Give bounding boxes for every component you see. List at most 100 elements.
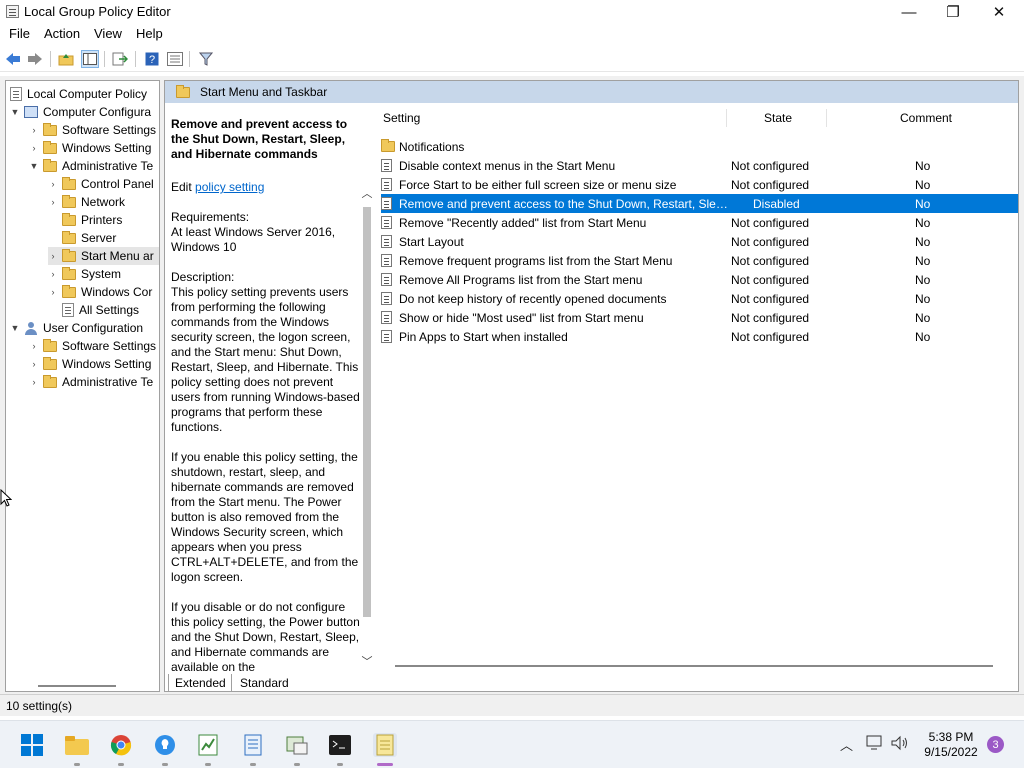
tree-item-local-computer-policy[interactable]: Local Computer Policy xyxy=(10,85,147,103)
policy-setting-icon xyxy=(381,273,392,286)
folder-icon xyxy=(176,85,190,98)
table-row[interactable]: Remove "Recently added" list from Start … xyxy=(381,213,1018,232)
show-hide-tree-icon[interactable] xyxy=(81,50,99,68)
table-row-selected[interactable]: Remove and prevent access to the Shut Do… xyxy=(381,194,1018,213)
chrome-icon[interactable] xyxy=(109,733,133,757)
description-label: Description: xyxy=(171,270,235,284)
edit-policy-line: Edit policy setting xyxy=(171,180,265,194)
menu-file[interactable]: File xyxy=(9,26,30,41)
toolbar-separator xyxy=(104,51,105,67)
tips-icon[interactable] xyxy=(153,733,177,757)
list-item-folder[interactable]: Notifications xyxy=(381,137,1018,156)
maximize-button[interactable]: ❐ xyxy=(930,0,976,24)
chevron-right-icon[interactable]: › xyxy=(29,341,39,351)
folder-icon xyxy=(43,158,57,172)
chevron-right-icon[interactable]: › xyxy=(29,125,39,135)
tree-item-all-settings[interactable]: All Settings xyxy=(62,301,139,319)
start-icon[interactable] xyxy=(20,733,44,757)
notepad-icon[interactable] xyxy=(241,733,265,757)
tree-item-system[interactable]: › System xyxy=(48,265,121,283)
chevron-right-icon[interactable]: › xyxy=(29,143,39,153)
chevron-right-icon[interactable]: › xyxy=(29,377,39,387)
file-explorer-icon[interactable] xyxy=(65,733,89,757)
filter-icon[interactable] xyxy=(197,50,215,68)
tree-item-control-panel[interactable]: › Control Panel xyxy=(48,175,154,193)
list-horizontal-scrollbar[interactable] xyxy=(395,665,993,667)
running-indicator xyxy=(74,763,80,766)
group-policy-icon[interactable] xyxy=(285,733,309,757)
table-row[interactable]: Force Start to be either full screen siz… xyxy=(381,175,1018,194)
scroll-up-icon[interactable]: ︿ xyxy=(361,185,373,201)
chevron-right-icon[interactable]: › xyxy=(48,269,58,279)
scrollbar-thumb[interactable] xyxy=(363,207,371,617)
scroll-down-icon[interactable]: ﹀ xyxy=(361,653,373,669)
tree-item-printers[interactable]: Printers xyxy=(62,211,122,229)
export-list-icon[interactable] xyxy=(111,50,129,68)
chevron-down-icon[interactable]: ▼ xyxy=(29,161,39,171)
column-header-comment[interactable]: Comment xyxy=(900,111,952,125)
column-header-state[interactable]: State xyxy=(764,111,792,125)
table-row[interactable]: Do not keep history of recently opened d… xyxy=(381,289,1018,308)
spreadsheet-icon[interactable] xyxy=(196,733,220,757)
edit-policy-setting-link[interactable]: policy setting xyxy=(195,180,264,194)
tree-item-server[interactable]: Server xyxy=(62,229,116,247)
notification-badge[interactable]: 3 xyxy=(987,736,1004,753)
chevron-right-icon[interactable]: › xyxy=(48,251,58,261)
description-scrollbar[interactable]: ︿ ﹀ xyxy=(361,171,373,671)
chevron-down-icon[interactable]: ▼ xyxy=(10,107,20,117)
minimize-button[interactable]: — xyxy=(886,0,932,24)
chevron-right-icon[interactable]: › xyxy=(48,197,58,207)
menu-view[interactable]: View xyxy=(94,26,122,41)
up-folder-icon[interactable] xyxy=(57,50,75,68)
tab-extended[interactable]: Extended xyxy=(168,674,232,692)
details-pane: Start Menu and Taskbar Remove and preven… xyxy=(164,80,1019,692)
folder-icon xyxy=(62,176,76,190)
details-header: Start Menu and Taskbar xyxy=(165,81,1018,103)
column-divider[interactable] xyxy=(726,109,727,127)
tree-item-user-windows-settings[interactable]: › Windows Setting xyxy=(29,355,151,373)
close-button[interactable]: ✕ xyxy=(976,0,1022,24)
properties-icon[interactable] xyxy=(166,50,184,68)
notes-icon[interactable] xyxy=(373,733,397,757)
tree-horizontal-scrollbar[interactable] xyxy=(38,685,116,687)
folder-icon xyxy=(62,248,76,262)
menu-help[interactable]: Help xyxy=(136,26,163,41)
tab-standard[interactable]: Standard xyxy=(234,674,296,692)
tree-item-user-configuration[interactable]: ▼ User Configuration xyxy=(10,319,144,337)
table-row[interactable]: Start Layout Not configured No xyxy=(381,232,1018,251)
tree-item-network[interactable]: › Network xyxy=(48,193,125,211)
tree-item-user-administrative-templates[interactable]: › Administrative Te xyxy=(29,373,153,391)
tree-item-user-software-settings[interactable]: › Software Settings xyxy=(29,337,156,355)
tree-item-windows-components[interactable]: › Windows Cor xyxy=(48,283,152,301)
show-hidden-icons-chevron-icon[interactable]: ︿ xyxy=(840,735,853,754)
chevron-right-icon[interactable]: › xyxy=(48,287,58,297)
policy-setting-icon xyxy=(381,216,392,229)
taskbar-clock[interactable]: 5:38 PM 9/15/2022 xyxy=(922,730,980,760)
tree-item-computer-configuration[interactable]: ▼ Computer Configura xyxy=(10,103,152,121)
tree-item-administrative-templates[interactable]: ▼ Administrative Te xyxy=(29,157,153,175)
tree-item-software-settings[interactable]: › Software Settings xyxy=(29,121,156,139)
menu-action[interactable]: Action xyxy=(44,26,80,41)
table-row[interactable]: Show or hide "Most used" list from Start… xyxy=(381,308,1018,327)
tree-item-windows-settings[interactable]: › Windows Setting xyxy=(29,139,151,157)
policy-setting-icon xyxy=(381,235,392,248)
policy-setting-icon xyxy=(381,292,392,305)
back-arrow-icon[interactable] xyxy=(4,50,22,68)
table-row[interactable]: Pin Apps to Start when installed Not con… xyxy=(381,327,1018,346)
all-settings-icon xyxy=(62,303,74,317)
terminal-icon[interactable] xyxy=(328,733,352,757)
table-row[interactable]: Remove All Programs list from the Start … xyxy=(381,270,1018,289)
table-row[interactable]: Remove frequent programs list from the S… xyxy=(381,251,1018,270)
chevron-right-icon[interactable]: › xyxy=(29,359,39,369)
forward-arrow-icon[interactable] xyxy=(26,50,44,68)
table-row[interactable]: Disable context menus in the Start Menu … xyxy=(381,156,1018,175)
policy-setting-icon xyxy=(381,159,392,172)
volume-icon[interactable] xyxy=(891,735,909,754)
tree-item-start-menu-taskbar[interactable]: › Start Menu ar xyxy=(48,247,159,265)
chevron-down-icon[interactable]: ▼ xyxy=(10,323,20,333)
column-header-setting[interactable]: Setting xyxy=(383,111,420,125)
chevron-right-icon[interactable]: › xyxy=(48,179,58,189)
column-divider[interactable] xyxy=(826,109,827,127)
help-icon[interactable]: ? xyxy=(143,50,161,68)
network-icon[interactable] xyxy=(866,735,884,754)
